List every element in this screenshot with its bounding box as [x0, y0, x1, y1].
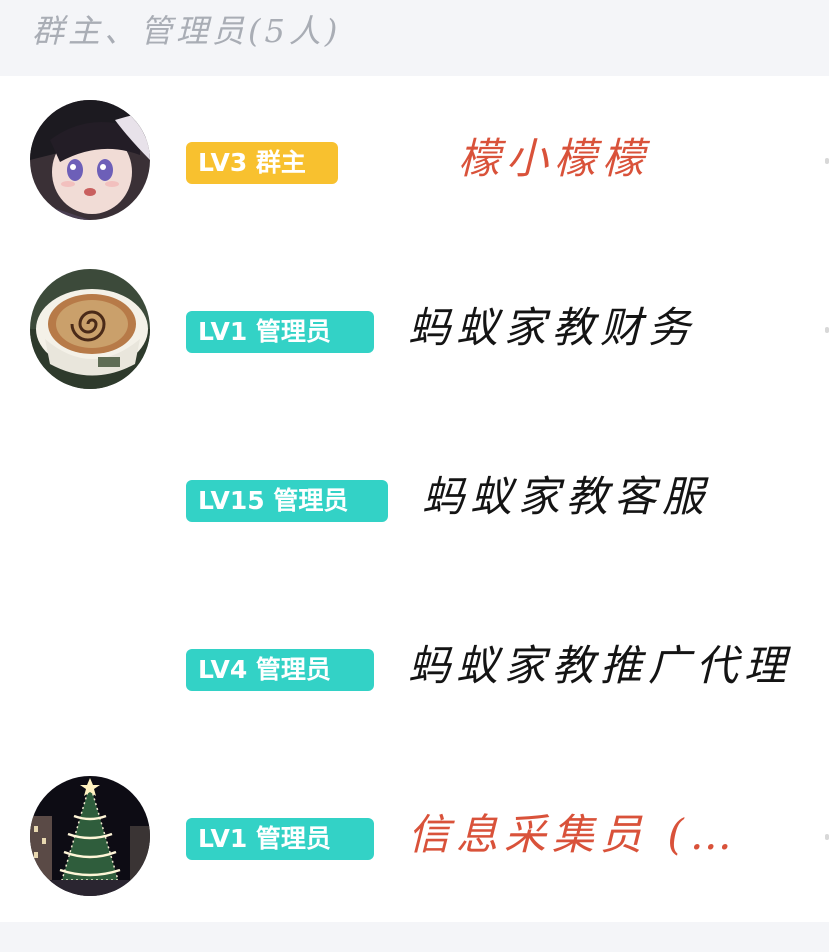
row-edge-indicator: [825, 327, 829, 333]
member-row[interactable]: LV3 群主 檬小檬檬: [0, 76, 829, 245]
member-list: LV3 群主 檬小檬檬 LV1 管理员 蚂蚁家教财务 LV15 管理员 蚂蚁家教…: [0, 76, 829, 922]
admins-section-title: 群主、管理员(5人): [32, 12, 342, 50]
list-bottom-divider: [0, 922, 829, 952]
level-badge-admin: LV15 管理员: [186, 480, 388, 522]
member-nickname: 蚂蚁家教推广代理: [408, 641, 793, 690]
member-row[interactable]: LV15 管理员 蚂蚁家教客服: [0, 414, 829, 583]
level-badge-admin: LV1 管理员: [186, 311, 374, 353]
member-row[interactable]: LV1 管理员 信息采集员 (…: [0, 752, 829, 921]
level-badge-admin: LV4 管理员: [186, 649, 374, 691]
member-nickname: 蚂蚁家教财务: [408, 303, 697, 352]
level-badge-owner: LV3 群主: [186, 142, 338, 184]
row-edge-indicator: [825, 158, 829, 164]
christmas-tree-avatar[interactable]: [30, 776, 150, 896]
anime-girl-avatar[interactable]: [30, 100, 150, 220]
member-row[interactable]: LV1 管理员 蚂蚁家教财务: [0, 245, 829, 414]
member-nickname: 信息采集员 (…: [408, 810, 738, 859]
section-header: 群主、管理员(5人): [0, 0, 829, 76]
row-edge-indicator: [825, 834, 829, 840]
coffee-cup-avatar[interactable]: [30, 269, 150, 389]
member-nickname: 檬小檬檬: [458, 134, 651, 183]
member-row[interactable]: LV4 管理员 蚂蚁家教推广代理: [0, 583, 829, 752]
level-badge-admin: LV1 管理员: [186, 818, 374, 860]
member-nickname: 蚂蚁家教客服: [422, 472, 711, 521]
